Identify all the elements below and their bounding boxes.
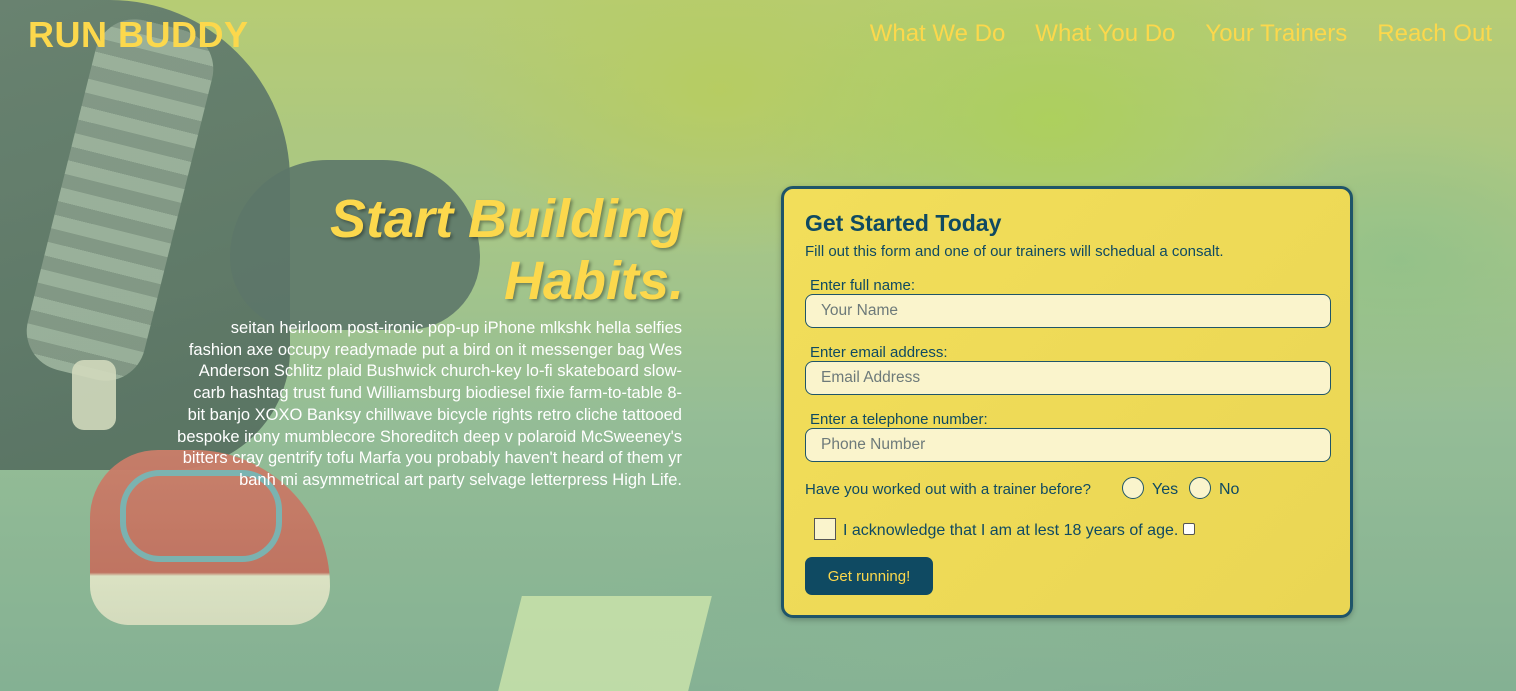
email-input[interactable] xyxy=(805,361,1331,395)
acknowledge-checkbox-native[interactable] xyxy=(1183,523,1195,535)
runner-watch-shape xyxy=(72,360,116,430)
radio-yes-label: Yes xyxy=(1152,481,1179,498)
radio-no-label: No xyxy=(1219,481,1240,498)
name-input[interactable] xyxy=(805,294,1331,328)
acknowledge-checkbox[interactable] xyxy=(814,518,836,540)
nav-link-what-we-do[interactable]: What We Do xyxy=(870,20,1006,48)
email-label: Enter email address: xyxy=(810,344,948,361)
form-subtitle: Fill out this form and one of our traine… xyxy=(805,243,1224,260)
acknowledge-label: I acknowledge that I am at lest 18 years… xyxy=(843,522,1179,539)
nav-link-your-trainers[interactable]: Your Trainers xyxy=(1205,20,1347,48)
get-running-button[interactable]: Get running! xyxy=(805,557,933,595)
nav-link-reach-out[interactable]: Reach Out xyxy=(1377,20,1492,48)
radio-no[interactable] xyxy=(1189,477,1211,499)
hero-title-line2: Habits. xyxy=(503,251,684,311)
road-marking-shape xyxy=(498,596,712,691)
hero-title: Start Building Habits. xyxy=(300,188,684,312)
hero-text: seitan heirloom post-ironic pop-up iPhon… xyxy=(177,319,682,489)
hero-title-line1: Start Building xyxy=(330,189,684,249)
nav-link-what-you-do[interactable]: What You Do xyxy=(1035,20,1175,48)
radio-yes[interactable] xyxy=(1122,477,1144,499)
main-nav: What We Do What You Do Your Trainers Rea… xyxy=(870,20,1492,48)
form-title: Get Started Today xyxy=(805,210,1002,236)
phone-input[interactable] xyxy=(805,428,1331,462)
brand-logo[interactable]: RUN BUDDY xyxy=(28,14,249,56)
name-label: Enter full name: xyxy=(810,277,916,294)
trainer-question: Have you worked out with a trainer befor… xyxy=(805,481,1091,498)
phone-label: Enter a telephone number: xyxy=(810,411,988,428)
get-started-form: Get Started Today Fill out this form and… xyxy=(781,186,1353,618)
